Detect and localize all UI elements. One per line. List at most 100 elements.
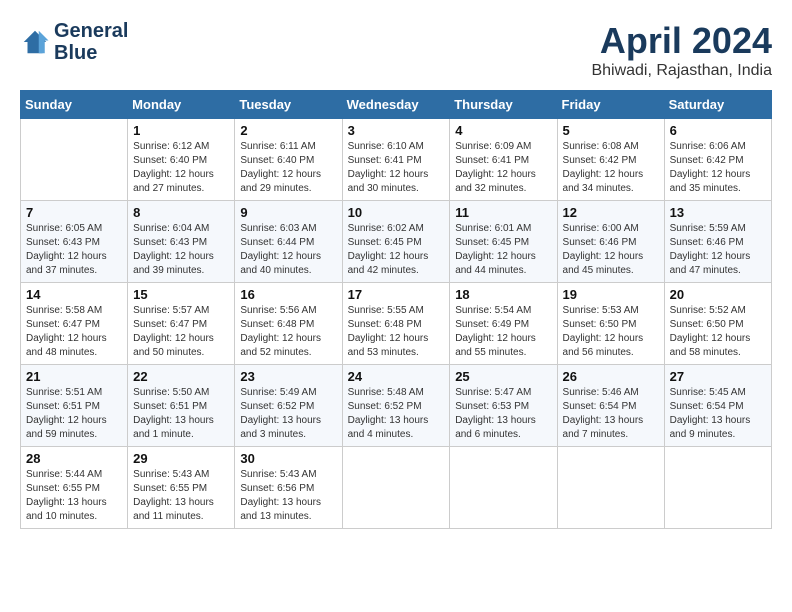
day-info: Sunrise: 6:04 AM Sunset: 6:43 PM Dayligh…: [133, 222, 229, 278]
day-number: 11: [455, 205, 551, 220]
weekday-header-tuesday: Tuesday: [235, 91, 342, 119]
day-info: Sunrise: 5:55 AM Sunset: 6:48 PM Dayligh…: [348, 304, 445, 360]
day-info: Sunrise: 5:58 AM Sunset: 6:47 PM Dayligh…: [26, 304, 122, 360]
day-number: 20: [670, 287, 766, 302]
day-number: 23: [240, 369, 336, 384]
calendar-cell: 24 Sunrise: 5:48 AM Sunset: 6:52 PM Dayli…: [342, 365, 450, 447]
calendar-cell: 10 Sunrise: 6:02 AM Sunset: 6:45 PM Dayli…: [342, 201, 450, 283]
calendar-cell: 13 Sunrise: 5:59 AM Sunset: 6:46 PM Dayli…: [664, 201, 771, 283]
calendar-cell: 2 Sunrise: 6:11 AM Sunset: 6:40 PM Daylig…: [235, 119, 342, 201]
day-info: Sunrise: 5:54 AM Sunset: 6:49 PM Dayligh…: [455, 304, 551, 360]
logo: General Blue: [20, 20, 128, 64]
calendar-week-4: 21 Sunrise: 5:51 AM Sunset: 6:51 PM Dayli…: [21, 365, 772, 447]
calendar-cell: 5Sunrise: 6:08 AM Sunset: 6:42 PM Daylig…: [557, 119, 664, 201]
calendar-cell: 17 Sunrise: 5:55 AM Sunset: 6:48 PM Dayli…: [342, 283, 450, 365]
calendar-cell: 21 Sunrise: 5:51 AM Sunset: 6:51 PM Dayli…: [21, 365, 128, 447]
day-number: 1: [133, 123, 229, 138]
day-info: Sunrise: 5:53 AM Sunset: 6:50 PM Dayligh…: [563, 304, 659, 360]
calendar-cell: 19 Sunrise: 5:53 AM Sunset: 6:50 PM Dayli…: [557, 283, 664, 365]
calendar-cell: 22 Sunrise: 5:50 AM Sunset: 6:51 PM Dayli…: [128, 365, 235, 447]
calendar-cell: [342, 447, 450, 529]
calendar-cell: 29 Sunrise: 5:43 AM Sunset: 6:55 PM Dayli…: [128, 447, 235, 529]
day-number: 21: [26, 369, 122, 384]
day-info: Sunrise: 5:47 AM Sunset: 6:53 PM Dayligh…: [455, 386, 551, 442]
calendar-cell: 7 Sunrise: 6:05 AM Sunset: 6:43 PM Daylig…: [21, 201, 128, 283]
day-info: Sunrise: 5:59 AM Sunset: 6:46 PM Dayligh…: [670, 222, 766, 278]
day-number: 5: [563, 123, 659, 138]
day-number: 28: [26, 451, 122, 466]
calendar-cell: [450, 447, 557, 529]
day-info: Sunrise: 6:11 AM Sunset: 6:40 PM Dayligh…: [240, 140, 336, 196]
logo-icon: [20, 27, 50, 57]
day-info: Sunrise: 5:51 AM Sunset: 6:51 PM Dayligh…: [26, 386, 122, 442]
calendar-cell: 30Sunrise: 5:43 AM Sunset: 6:56 PM Dayli…: [235, 447, 342, 529]
day-number: 15: [133, 287, 229, 302]
day-number: 9: [240, 205, 336, 220]
day-number: 16: [240, 287, 336, 302]
calendar-cell: [664, 447, 771, 529]
day-info: Sunrise: 5:52 AM Sunset: 6:50 PM Dayligh…: [670, 304, 766, 360]
calendar-cell: 14 Sunrise: 5:58 AM Sunset: 6:47 PM Dayli…: [21, 283, 128, 365]
calendar-cell: 4 Sunrise: 6:09 AM Sunset: 6:41 PM Daylig…: [450, 119, 557, 201]
day-number: 25: [455, 369, 551, 384]
calendar-week-3: 14 Sunrise: 5:58 AM Sunset: 6:47 PM Dayli…: [21, 283, 772, 365]
day-info: Sunrise: 6:01 AM Sunset: 6:45 PM Dayligh…: [455, 222, 551, 278]
day-info: Sunrise: 5:44 AM Sunset: 6:55 PM Dayligh…: [26, 468, 122, 524]
day-number: 17: [348, 287, 445, 302]
day-info: Sunrise: 5:49 AM Sunset: 6:52 PM Dayligh…: [240, 386, 336, 442]
day-number: 24: [348, 369, 445, 384]
calendar-cell: 27Sunrise: 5:45 AM Sunset: 6:54 PM Dayli…: [664, 365, 771, 447]
calendar-cell: 20 Sunrise: 5:52 AM Sunset: 6:50 PM Dayli…: [664, 283, 771, 365]
day-number: 4: [455, 123, 551, 138]
day-number: 29: [133, 451, 229, 466]
day-number: 8: [133, 205, 229, 220]
day-info: Sunrise: 6:12 AM Sunset: 6:40 PM Dayligh…: [133, 140, 229, 196]
calendar-cell: 12 Sunrise: 6:00 AM Sunset: 6:46 PM Dayli…: [557, 201, 664, 283]
calendar-cell: 28 Sunrise: 5:44 AM Sunset: 6:55 PM Dayli…: [21, 447, 128, 529]
logo-text: General Blue: [54, 20, 128, 64]
day-number: 19: [563, 287, 659, 302]
day-number: 2: [240, 123, 336, 138]
calendar-table: SundayMondayTuesdayWednesdayThursdayFrid…: [20, 90, 772, 529]
calendar-week-1: 1 Sunrise: 6:12 AM Sunset: 6:40 PM Daylig…: [21, 119, 772, 201]
day-number: 10: [348, 205, 445, 220]
weekday-header-saturday: Saturday: [664, 91, 771, 119]
weekday-header-thursday: Thursday: [450, 91, 557, 119]
calendar-week-2: 7 Sunrise: 6:05 AM Sunset: 6:43 PM Daylig…: [21, 201, 772, 283]
day-info: Sunrise: 6:09 AM Sunset: 6:41 PM Dayligh…: [455, 140, 551, 196]
calendar-cell: 18 Sunrise: 5:54 AM Sunset: 6:49 PM Dayli…: [450, 283, 557, 365]
calendar-cell: 11 Sunrise: 6:01 AM Sunset: 6:45 PM Dayli…: [450, 201, 557, 283]
calendar-cell: 26Sunrise: 5:46 AM Sunset: 6:54 PM Dayli…: [557, 365, 664, 447]
day-info: Sunrise: 6:10 AM Sunset: 6:41 PM Dayligh…: [348, 140, 445, 196]
day-info: Sunrise: 6:06 AM Sunset: 6:42 PM Dayligh…: [670, 140, 766, 196]
day-number: 6: [670, 123, 766, 138]
day-number: 26: [563, 369, 659, 384]
calendar-cell: 1 Sunrise: 6:12 AM Sunset: 6:40 PM Daylig…: [128, 119, 235, 201]
day-info: Sunrise: 6:02 AM Sunset: 6:45 PM Dayligh…: [348, 222, 445, 278]
day-info: Sunrise: 6:03 AM Sunset: 6:44 PM Dayligh…: [240, 222, 336, 278]
calendar-cell: 9 Sunrise: 6:03 AM Sunset: 6:44 PM Daylig…: [235, 201, 342, 283]
day-info: Sunrise: 5:56 AM Sunset: 6:48 PM Dayligh…: [240, 304, 336, 360]
day-number: 18: [455, 287, 551, 302]
day-number: 12: [563, 205, 659, 220]
day-number: 7: [26, 205, 122, 220]
calendar-cell: 8 Sunrise: 6:04 AM Sunset: 6:43 PM Daylig…: [128, 201, 235, 283]
month-year: April 2024: [591, 20, 772, 62]
calendar-cell: [21, 119, 128, 201]
weekday-header-monday: Monday: [128, 91, 235, 119]
day-number: 14: [26, 287, 122, 302]
day-info: Sunrise: 5:48 AM Sunset: 6:52 PM Dayligh…: [348, 386, 445, 442]
calendar-cell: 6 Sunrise: 6:06 AM Sunset: 6:42 PM Daylig…: [664, 119, 771, 201]
page-header: General Blue April 2024 Bhiwadi, Rajasth…: [20, 20, 772, 80]
day-info: Sunrise: 6:05 AM Sunset: 6:43 PM Dayligh…: [26, 222, 122, 278]
day-number: 13: [670, 205, 766, 220]
day-info: Sunrise: 5:45 AM Sunset: 6:54 PM Dayligh…: [670, 386, 766, 442]
day-number: 22: [133, 369, 229, 384]
weekday-header-wednesday: Wednesday: [342, 91, 450, 119]
day-info: Sunrise: 6:00 AM Sunset: 6:46 PM Dayligh…: [563, 222, 659, 278]
calendar-cell: 15 Sunrise: 5:57 AM Sunset: 6:47 PM Dayli…: [128, 283, 235, 365]
day-info: Sunrise: 5:50 AM Sunset: 6:51 PM Dayligh…: [133, 386, 229, 442]
day-info: Sunrise: 5:57 AM Sunset: 6:47 PM Dayligh…: [133, 304, 229, 360]
day-number: 30: [240, 451, 336, 466]
day-info: Sunrise: 5:43 AM Sunset: 6:55 PM Dayligh…: [133, 468, 229, 524]
